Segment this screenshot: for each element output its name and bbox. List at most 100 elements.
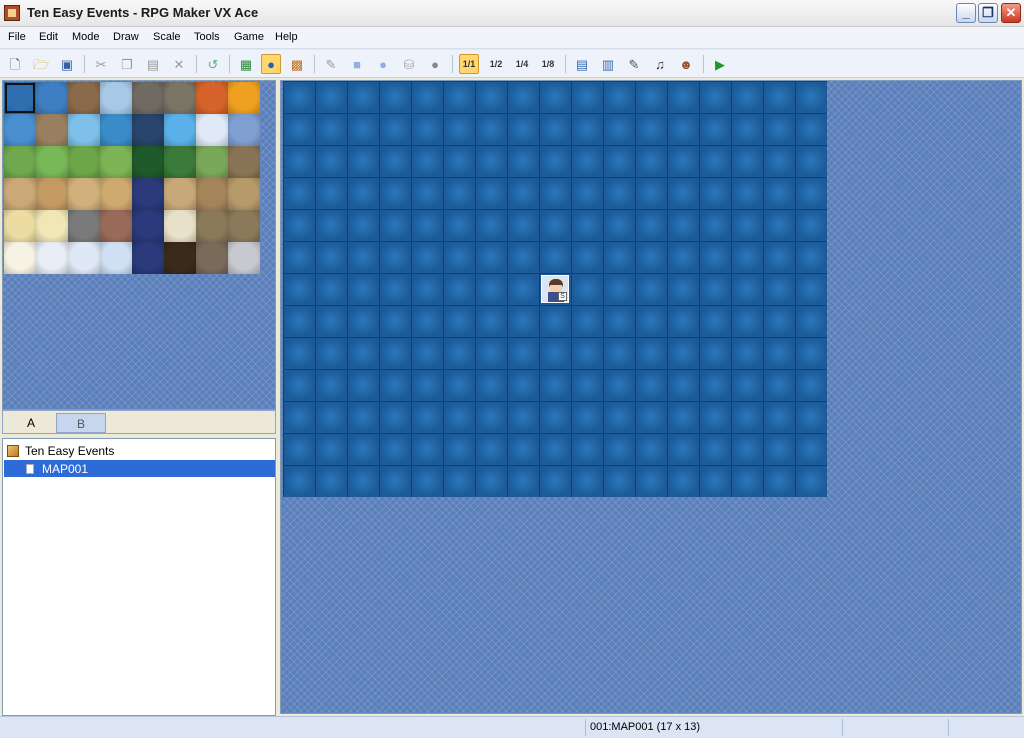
menu-bar: File Edit Mode Draw Scale Tools Game Hel…: [0, 27, 1024, 49]
menu-game[interactable]: Game: [234, 31, 264, 43]
player-face: [550, 285, 562, 292]
map-tree: Ten Easy Events MAP001: [2, 438, 276, 716]
tile-swatch[interactable]: [132, 146, 164, 178]
tile-swatch[interactable]: [4, 242, 36, 274]
paste-icon: ▤: [146, 56, 160, 72]
tile-swatch[interactable]: [132, 82, 164, 114]
tile-swatch[interactable]: [164, 146, 196, 178]
open-project-button[interactable]: 🗁: [31, 54, 51, 74]
map-grid[interactable]: S: [283, 81, 827, 497]
rectangle-tool-button[interactable]: ■: [347, 54, 367, 74]
playtest-button[interactable]: ▶: [710, 54, 730, 74]
fill-tool-button[interactable]: ⛁: [399, 54, 419, 74]
menu-mode[interactable]: Mode: [72, 31, 100, 43]
tile-swatch[interactable]: [132, 178, 164, 210]
tile-swatch[interactable]: [36, 242, 68, 274]
delete-button[interactable]: ✕: [169, 54, 189, 74]
tile-swatch[interactable]: [4, 114, 36, 146]
tile-swatch[interactable]: [68, 82, 100, 114]
tile-swatch[interactable]: [164, 82, 196, 114]
menu-help[interactable]: Help: [275, 31, 298, 43]
tile-swatch[interactable]: [100, 210, 132, 242]
tile-swatch[interactable]: [68, 242, 100, 274]
tile-swatch[interactable]: [36, 210, 68, 242]
tile-swatch[interactable]: [100, 146, 132, 178]
tile-swatch[interactable]: [36, 146, 68, 178]
menu-scale[interactable]: Scale: [153, 31, 181, 43]
tile-swatch[interactable]: [68, 178, 100, 210]
shadow-pen-button[interactable]: ●: [425, 54, 445, 74]
tile-swatch[interactable]: [196, 178, 228, 210]
scale-1-8-button[interactable]: 1/8: [538, 54, 558, 74]
tile-swatch[interactable]: [196, 82, 228, 114]
tile-swatch[interactable]: [4, 210, 36, 242]
close-button[interactable]: ✕: [1001, 3, 1021, 23]
sound-test-button[interactable]: ♫: [650, 54, 670, 74]
save-project-button[interactable]: ▣: [57, 54, 77, 74]
character-generator-button[interactable]: ☻: [676, 54, 696, 74]
tileset-grid[interactable]: [4, 82, 260, 274]
tile-swatch[interactable]: [100, 82, 132, 114]
tile-swatch[interactable]: [132, 114, 164, 146]
event-mode-button[interactable]: ●: [261, 54, 281, 74]
tile-swatch[interactable]: [228, 114, 260, 146]
tile-swatch[interactable]: [100, 242, 132, 274]
tile-swatch[interactable]: [36, 82, 68, 114]
tab-a[interactable]: A: [6, 413, 56, 433]
map-editor-canvas[interactable]: S: [280, 80, 1022, 714]
script-editor-button[interactable]: ✎: [624, 54, 644, 74]
tile-swatch[interactable]: [228, 146, 260, 178]
scale-1-2-button[interactable]: 1/2: [486, 54, 506, 74]
map-mode-button[interactable]: ▦: [236, 54, 256, 74]
menu-edit[interactable]: Edit: [39, 31, 58, 43]
tile-swatch[interactable]: [196, 114, 228, 146]
cut-button[interactable]: ✂: [91, 54, 111, 74]
paste-button[interactable]: ▤: [143, 54, 163, 74]
scale-1-4-button[interactable]: 1/4: [512, 54, 532, 74]
menu-file[interactable]: File: [8, 31, 26, 43]
ellipse-tool-button[interactable]: ●: [373, 54, 393, 74]
app-icon: [4, 5, 20, 21]
copy-button[interactable]: ❐: [117, 54, 137, 74]
player-start-event[interactable]: S: [541, 275, 569, 303]
region-mode-button[interactable]: ▩: [287, 54, 307, 74]
tile-swatch[interactable]: [228, 210, 260, 242]
tree-map-item[interactable]: MAP001: [4, 460, 275, 477]
tile-swatch[interactable]: [4, 146, 36, 178]
undo-button[interactable]: ↺: [203, 54, 223, 74]
new-project-button[interactable]: 🗋: [5, 54, 25, 74]
tile-swatch[interactable]: [68, 210, 100, 242]
pencil-tool-button[interactable]: ✎: [321, 54, 341, 74]
tile-swatch[interactable]: [4, 82, 36, 114]
toolbar-separator: [196, 55, 197, 73]
tile-swatch[interactable]: [228, 82, 260, 114]
menu-tools[interactable]: Tools: [194, 31, 220, 43]
menu-draw[interactable]: Draw: [113, 31, 139, 43]
tile-swatch[interactable]: [228, 242, 260, 274]
tile-swatch[interactable]: [132, 210, 164, 242]
tile-swatch[interactable]: [4, 178, 36, 210]
database-button[interactable]: ▤: [572, 54, 592, 74]
tile-swatch[interactable]: [36, 114, 68, 146]
tile-swatch[interactable]: [196, 210, 228, 242]
tile-swatch[interactable]: [164, 210, 196, 242]
tile-swatch[interactable]: [196, 242, 228, 274]
tile-swatch[interactable]: [164, 114, 196, 146]
tile-swatch[interactable]: [100, 114, 132, 146]
tile-swatch[interactable]: [132, 242, 164, 274]
scale-1-1-button[interactable]: 1/1: [459, 54, 479, 74]
tile-swatch[interactable]: [164, 178, 196, 210]
restore-button[interactable]: ❐: [978, 3, 998, 23]
tile-swatch[interactable]: [36, 178, 68, 210]
tile-swatch[interactable]: [100, 178, 132, 210]
tile-palette[interactable]: [2, 80, 276, 410]
minimize-button[interactable]: _: [956, 3, 976, 23]
tile-swatch[interactable]: [164, 242, 196, 274]
tile-swatch[interactable]: [228, 178, 260, 210]
resource-manager-button[interactable]: ▥: [598, 54, 618, 74]
tab-b[interactable]: B: [56, 413, 106, 433]
tile-swatch[interactable]: [68, 114, 100, 146]
tile-swatch[interactable]: [68, 146, 100, 178]
tile-swatch[interactable]: [196, 146, 228, 178]
tree-project-root[interactable]: Ten Easy Events: [7, 443, 114, 459]
